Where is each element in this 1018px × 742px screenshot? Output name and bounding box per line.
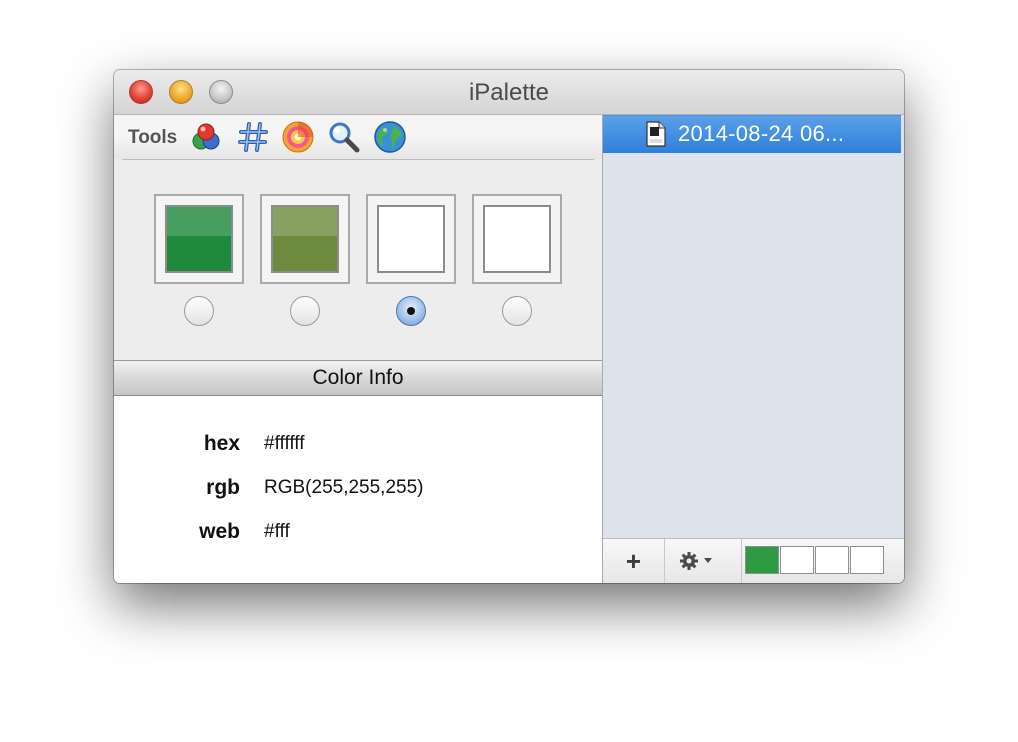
swatch-radio-4[interactable]	[502, 296, 532, 326]
magnifier-icon[interactable]	[326, 119, 362, 155]
color-swatch-1[interactable]	[154, 194, 244, 284]
cpp-file-icon	[646, 121, 666, 147]
swatch-radio-2[interactable]	[290, 296, 320, 326]
color-swatch-3[interactable]	[366, 194, 456, 284]
mini-swatch-2[interactable]	[780, 546, 814, 574]
hex-row: hex #ffffff	[114, 432, 602, 462]
add-palette-button[interactable]: +	[603, 539, 664, 583]
mini-swatch-4[interactable]	[850, 546, 884, 574]
rgb-row: rgb RGB(255,255,255)	[114, 476, 602, 506]
mini-swatch-1[interactable]	[745, 546, 779, 574]
radio-selected-dot	[407, 307, 415, 315]
color-wheel-icon[interactable]	[280, 119, 316, 155]
hex-label: hex	[203, 432, 240, 455]
mini-swatch-3[interactable]	[815, 546, 849, 574]
color-info-panel: hex #ffffff rgb RGB(255,255,255) web #ff…	[114, 396, 602, 583]
rgb-label: rgb	[206, 476, 240, 499]
color-swatch-4[interactable]	[472, 194, 562, 284]
hex-value[interactable]: #ffffff	[264, 433, 305, 455]
tools-toolbar: Tools	[114, 115, 602, 159]
swatch-radio-1[interactable]	[184, 296, 214, 326]
sidebar-bottom-bar: +	[603, 538, 904, 583]
gear-icon	[680, 552, 698, 570]
tools-label: Tools	[128, 127, 178, 148]
color-balls-icon[interactable]	[188, 119, 224, 155]
action-menu-button[interactable]	[665, 539, 741, 583]
window-title: iPalette	[468, 79, 550, 106]
chevron-down-icon	[704, 558, 712, 563]
rgb-value[interactable]: RGB(255,255,255)	[264, 477, 424, 499]
color-info-header: Color Info	[114, 360, 602, 396]
color-swatch-2[interactable]	[260, 194, 350, 284]
bottom-bar-separator	[741, 539, 742, 583]
globe-icon[interactable]	[372, 119, 408, 155]
title-bar[interactable]: iPalette	[114, 70, 904, 115]
swatch-area	[114, 160, 602, 360]
ipalette-window: iPalette Tools Color Info hex #ffffff rg…	[114, 70, 904, 583]
web-label: web	[199, 520, 240, 543]
web-value[interactable]: #fff	[264, 521, 290, 543]
left-pane: Tools Color Info hex #ffffff rgb RGB(255…	[114, 115, 602, 583]
palette-sidebar: 2014-08-24 06... +	[603, 115, 904, 583]
palette-list-item[interactable]: 2014-08-24 06...	[603, 115, 901, 153]
palette-list-item-label: 2014-08-24 06...	[678, 121, 845, 146]
web-row: web #fff	[114, 520, 602, 550]
hash-icon[interactable]	[235, 119, 271, 155]
swatch-radio-3[interactable]	[396, 296, 426, 326]
